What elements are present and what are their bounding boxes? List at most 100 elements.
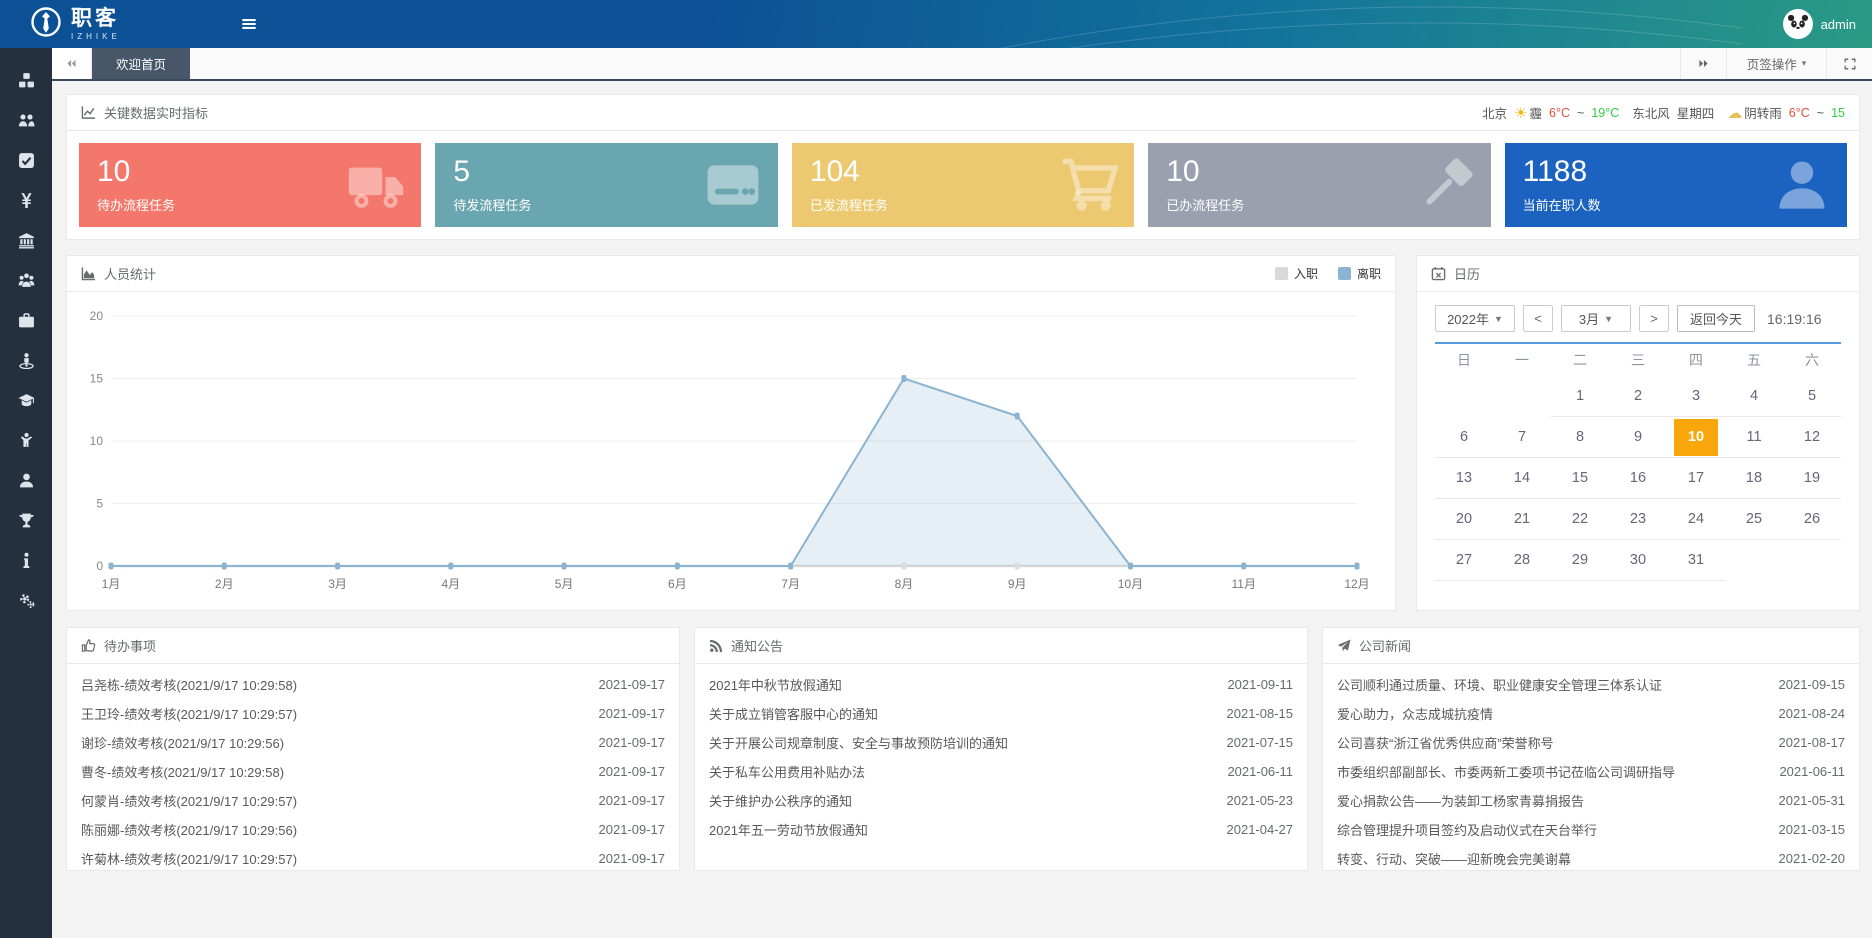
area-chart-icon [81, 266, 96, 281]
calendar-day-7[interactable]: 7 [1493, 417, 1551, 458]
sidebar-item-institution[interactable] [0, 220, 52, 260]
news-list-item[interactable]: 爱心捐款公告——为装卸工杨家青募捐报告2021-05-31 [1337, 786, 1845, 815]
calendar-day-15[interactable]: 15 [1551, 458, 1609, 499]
sidebar-item-training[interactable] [0, 380, 52, 420]
news-list-item[interactable]: 爱心助力，众志成城抗疫情2021-08-24 [1337, 699, 1845, 728]
sidebar-item-about[interactable] [0, 540, 52, 580]
calendar-day-4[interactable]: 4 [1725, 376, 1783, 417]
calendar-day-13[interactable]: 13 [1435, 458, 1493, 499]
calendar-day-5[interactable]: 5 [1783, 376, 1841, 417]
item-date: 2021-09-17 [599, 793, 666, 808]
calendar-day-24[interactable]: 24 [1667, 499, 1725, 540]
item-date: 2021-09-17 [599, 851, 666, 866]
calendar-day-8[interactable]: 8 [1551, 417, 1609, 458]
sidebar-item-business[interactable] [0, 300, 52, 340]
cloud-icon: ☁ [1727, 104, 1742, 122]
stat-card-待办流程任务[interactable]: 10待办流程任务 [79, 143, 421, 227]
todo-list-item[interactable]: 王卫玲-绩效考核(2021/9/17 10:29:57)2021-09-17 [81, 699, 665, 728]
todo-list-item[interactable]: 曹冬-绩效考核(2021/9/17 10:29:58)2021-09-17 [81, 757, 665, 786]
calendar-prev-button[interactable]: < [1523, 305, 1553, 332]
calendar-day-6[interactable]: 6 [1435, 417, 1493, 458]
weather-tilde1: ~ [1577, 106, 1584, 120]
calendar-day-14[interactable]: 14 [1493, 458, 1551, 499]
todo-list-item[interactable]: 吕尧栋-绩效考核(2021/9/17 10:29:58)2021-09-17 [81, 670, 665, 699]
calendar-day-22[interactable]: 22 [1551, 499, 1609, 540]
todo-list-item[interactable]: 何蒙肖-绩效考核(2021/9/17 10:29:57)2021-09-17 [81, 786, 665, 815]
notice-list-item[interactable]: 2021年五一劳动节放假通知2021-04-27 [709, 815, 1293, 844]
legend-swatch [1275, 267, 1288, 280]
calendar-day-29[interactable]: 29 [1551, 540, 1609, 581]
calendar-day-21[interactable]: 21 [1493, 499, 1551, 540]
legend-item-离职[interactable]: 离职 [1338, 265, 1381, 282]
calendar-month-select[interactable]: 3月 ▼ [1561, 305, 1631, 332]
calendar-day-30[interactable]: 30 [1609, 540, 1667, 581]
news-list-item[interactable]: 公司喜获“浙江省优秀供应商”荣誉称号2021-08-17 [1337, 728, 1845, 757]
staff-chart[interactable]: 051015201月2月3月4月5月6月7月8月9月10月11月12月 [75, 302, 1375, 600]
news-list-item[interactable]: 公司顺利通过质量、环境、职业健康安全管理三体系认证2021-09-15 [1337, 670, 1845, 699]
calendar-day-19[interactable]: 19 [1783, 458, 1841, 499]
calendar-day-27[interactable]: 27 [1435, 540, 1493, 581]
item-text: 爱心助力，众志成城抗疫情 [1337, 704, 1493, 723]
calendar-next-button[interactable]: > [1639, 305, 1669, 332]
app-logo[interactable]: 职客 IZHIKE [30, 6, 210, 43]
calendar-day-3[interactable]: 3 [1667, 376, 1725, 417]
calendar-day-1[interactable]: 1 [1551, 376, 1609, 417]
sidebar-item-settings[interactable] [0, 580, 52, 620]
todo-list-item[interactable]: 陈丽娜-绩效考核(2021/9/17 10:29:56)2021-09-17 [81, 815, 665, 844]
calendar-day-18[interactable]: 18 [1725, 458, 1783, 499]
calendar-day-28[interactable]: 28 [1493, 540, 1551, 581]
fullscreen-button[interactable] [1826, 48, 1872, 79]
tabs-scroll-left-button[interactable] [52, 48, 92, 79]
stat-card-已办流程任务[interactable]: 10已办流程任务 [1148, 143, 1490, 227]
tabs-scroll-right-button[interactable] [1680, 48, 1726, 79]
sidebar-item-modules[interactable] [0, 60, 52, 100]
stat-card-当前在职人数[interactable]: 1188当前在职人数 [1505, 143, 1847, 227]
calendar-day-26[interactable]: 26 [1783, 499, 1841, 540]
todo-list-item[interactable]: 谢珍-绩效考核(2021/9/17 10:29:56)2021-09-17 [81, 728, 665, 757]
notice-list-item[interactable]: 2021年中秋节放假通知2021-09-11 [709, 670, 1293, 699]
sidebar-item-approvals[interactable] [0, 140, 52, 180]
notice-list-item[interactable]: 关于开展公司规章制度、安全与事故预防培训的通知2021-07-15 [709, 728, 1293, 757]
street-view-icon [18, 352, 35, 369]
legend-item-入职[interactable]: 入职 [1275, 265, 1318, 282]
calendar-day-9[interactable]: 9 [1609, 417, 1667, 458]
stat-card-待发流程任务[interactable]: 5待发流程任务 [435, 143, 777, 227]
todo-list-item[interactable]: 许菊林-绩效考核(2021/9/17 10:29:57)2021-09-17 [81, 844, 665, 871]
sidebar-item-growth[interactable] [0, 420, 52, 460]
tab-home[interactable]: 欢迎首页 [92, 48, 190, 79]
sidebar-item-performance[interactable] [0, 500, 52, 540]
sidebar-item-organization[interactable] [0, 100, 52, 140]
calendar-day-25[interactable]: 25 [1725, 499, 1783, 540]
calendar-day-17[interactable]: 17 [1667, 458, 1725, 499]
legend-label: 入职 [1294, 265, 1318, 282]
calendar-day-20[interactable]: 20 [1435, 499, 1493, 540]
sidebar-item-recruit[interactable] [0, 340, 52, 380]
news-list-item[interactable]: 转变、行动、突破——迎新晚会完美谢幕2021-02-20 [1337, 844, 1845, 871]
notice-list-item[interactable]: 关于维护办公秩序的通知2021-05-23 [709, 786, 1293, 815]
svg-text:10月: 10月 [1118, 577, 1143, 591]
legend-swatch [1338, 267, 1351, 280]
calendar-day-31[interactable]: 31 [1667, 540, 1725, 581]
calendar-day-10[interactable]: 10 [1667, 417, 1725, 458]
avatar[interactable] [1783, 9, 1813, 39]
calendar-today-button[interactable]: 返回今天 [1677, 305, 1755, 332]
item-text: 谢珍-绩效考核(2021/9/17 10:29:56) [81, 733, 284, 752]
calendar-year-select[interactable]: 2022年 ▼ [1435, 305, 1515, 332]
svg-text:15: 15 [90, 372, 104, 386]
news-list-item[interactable]: 综合管理提升项目签约及启动仪式在天台举行2021-03-15 [1337, 815, 1845, 844]
notice-list-item[interactable]: 关于成立销管客服中心的通知2021-08-15 [709, 699, 1293, 728]
stat-card-已发流程任务[interactable]: 104已发流程任务 [792, 143, 1134, 227]
calendar-day-12[interactable]: 12 [1783, 417, 1841, 458]
sidebar-item-profile[interactable] [0, 460, 52, 500]
menu-toggle-icon[interactable] [240, 15, 258, 33]
notice-panel: 通知公告 2021年中秋节放假通知2021-09-11关于成立销管客服中心的通知… [694, 627, 1308, 871]
calendar-day-2[interactable]: 2 [1609, 376, 1667, 417]
notice-list-item[interactable]: 关于私车公用费用补贴办法2021-06-11 [709, 757, 1293, 786]
calendar-day-11[interactable]: 11 [1725, 417, 1783, 458]
sidebar-item-staff[interactable] [0, 260, 52, 300]
tab-operations-dropdown[interactable]: 页签操作 ▾ [1726, 48, 1826, 79]
calendar-day-16[interactable]: 16 [1609, 458, 1667, 499]
sidebar-item-finance[interactable] [0, 180, 52, 220]
calendar-day-23[interactable]: 23 [1609, 499, 1667, 540]
news-list-item[interactable]: 市委组织部副部长、市委两新工委项书记莅临公司调研指导2021-06-11 [1337, 757, 1845, 786]
